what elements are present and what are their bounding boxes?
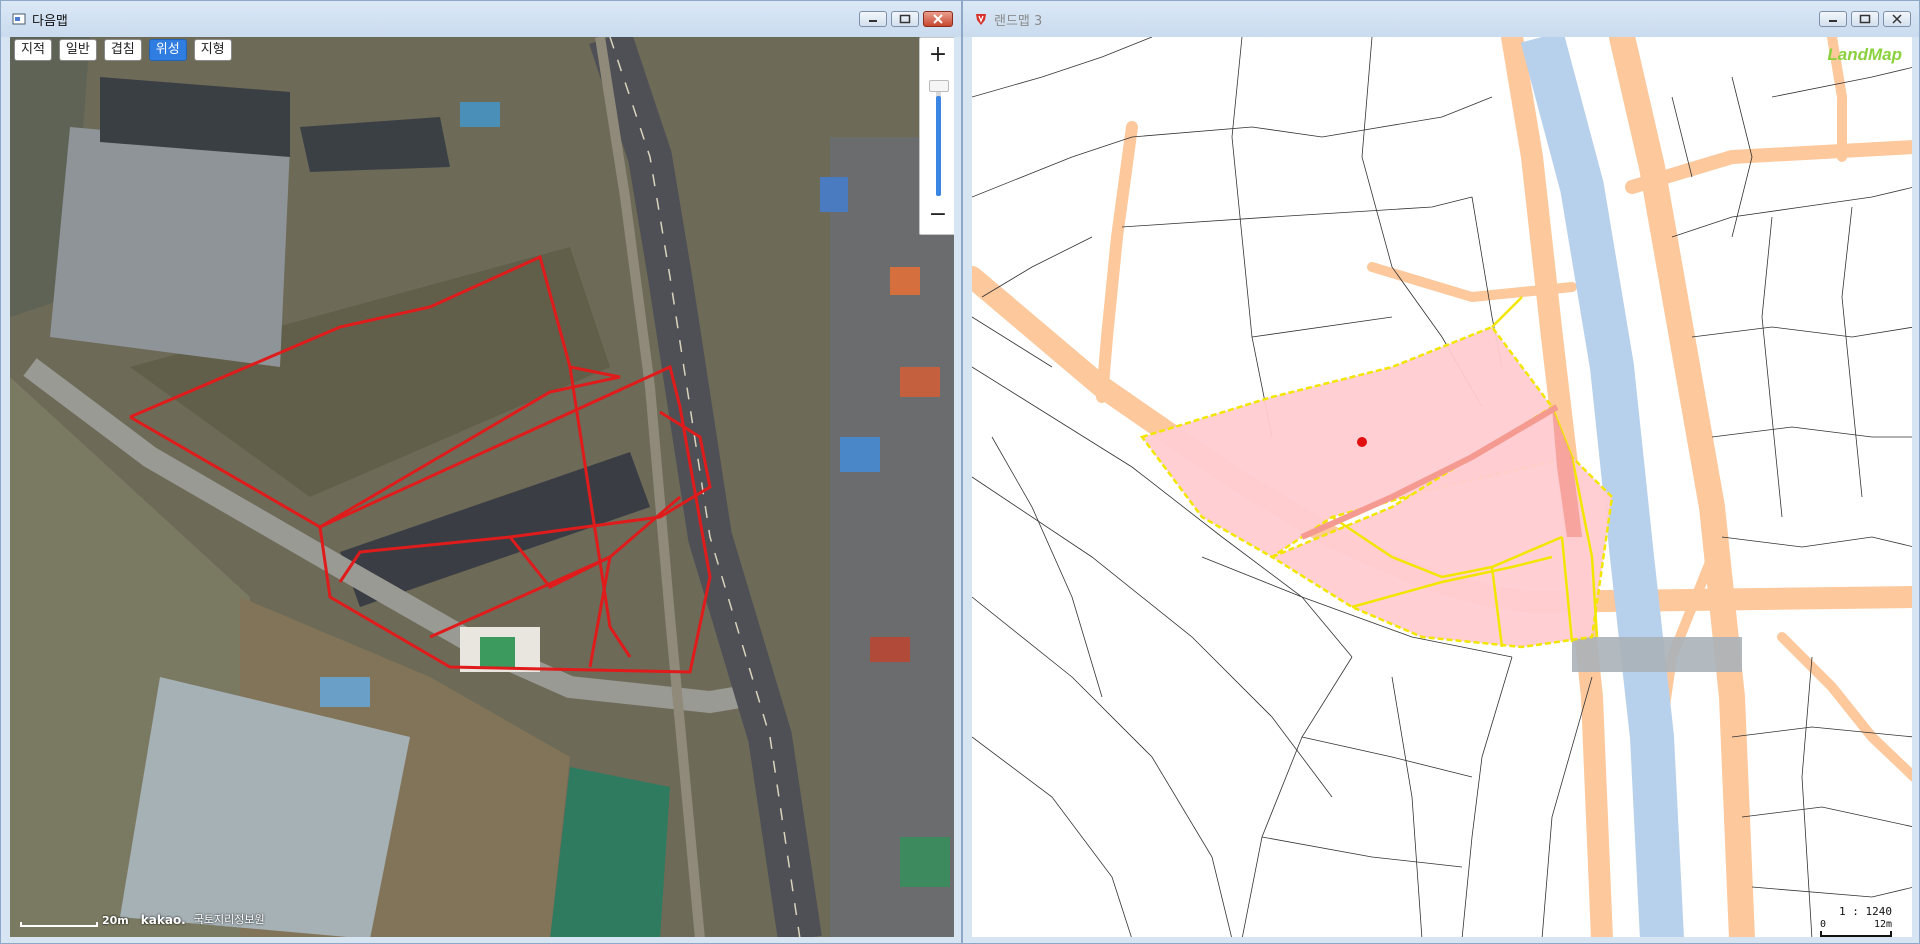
tab-cadastral[interactable]: 지적 <box>14 39 52 61</box>
scale-ratio: 1 : 1240 <box>1839 905 1892 918</box>
copyright-text: 국토지리정보원 <box>193 913 265 926</box>
map-scale-bar: 20m kakao. 국토지리정보원 <box>20 911 265 927</box>
kakao-logo: kakao. <box>140 913 186 927</box>
window-title: 랜드맵 3 <box>994 13 1043 29</box>
landmap-window: 랜드맵 3 LandMap 1: 1240 0 12m <box>962 0 1920 944</box>
maximize-button[interactable] <box>891 11 919 27</box>
minimize-button[interactable] <box>859 11 887 27</box>
satellite-imagery <box>10 37 954 937</box>
scale-distance: 12m <box>1873 919 1892 930</box>
zoom-control: + − <box>919 37 954 235</box>
window-title: 다음맵 <box>32 13 68 29</box>
zoom-out-button[interactable]: − <box>920 198 954 232</box>
scale-label: 20m <box>102 914 129 927</box>
minimize-button[interactable] <box>1819 11 1847 27</box>
scale-zero: 0 <box>1820 919 1827 930</box>
zoom-slider-handle[interactable] <box>929 80 949 92</box>
cadastral-vector-map <box>972 37 1912 937</box>
tab-overlay[interactable]: 겹침 <box>103 39 142 61</box>
map-type-tabs: 지적 일반 겹침 위성 지형 <box>14 39 232 61</box>
scale-bar: 0 12m <box>1820 919 1892 937</box>
daum-map-window: 다음맵 지적 일반 겹침 위성 지형 + − 20m kakao. 국토지리정보… <box>0 0 962 944</box>
tab-general[interactable]: 일반 <box>58 39 97 61</box>
close-button[interactable] <box>1883 11 1911 27</box>
scale-line <box>20 922 98 927</box>
scale-line <box>1820 931 1892 937</box>
titlebar[interactable]: 랜드맵 3 <box>963 1 1919 37</box>
landmap-logo: LandMap <box>1827 45 1902 64</box>
app-icon <box>11 12 26 27</box>
tab-terrain[interactable]: 지형 <box>193 39 232 61</box>
close-button[interactable] <box>923 11 953 27</box>
landmap-app-icon <box>973 12 988 27</box>
zoom-level-fill <box>936 96 941 196</box>
cadastral-map[interactable]: LandMap 1 : 1240 0 12m <box>972 37 1912 937</box>
satellite-map[interactable]: 지적 일반 겹침 위성 지형 + − 20m kakao. 국토지리정보원 <box>10 37 954 937</box>
maximize-button[interactable] <box>1851 11 1879 27</box>
titlebar[interactable]: 다음맵 <box>1 1 961 37</box>
zoom-in-button[interactable]: + <box>920 38 954 72</box>
tab-satellite[interactable]: 위성 <box>148 39 187 61</box>
